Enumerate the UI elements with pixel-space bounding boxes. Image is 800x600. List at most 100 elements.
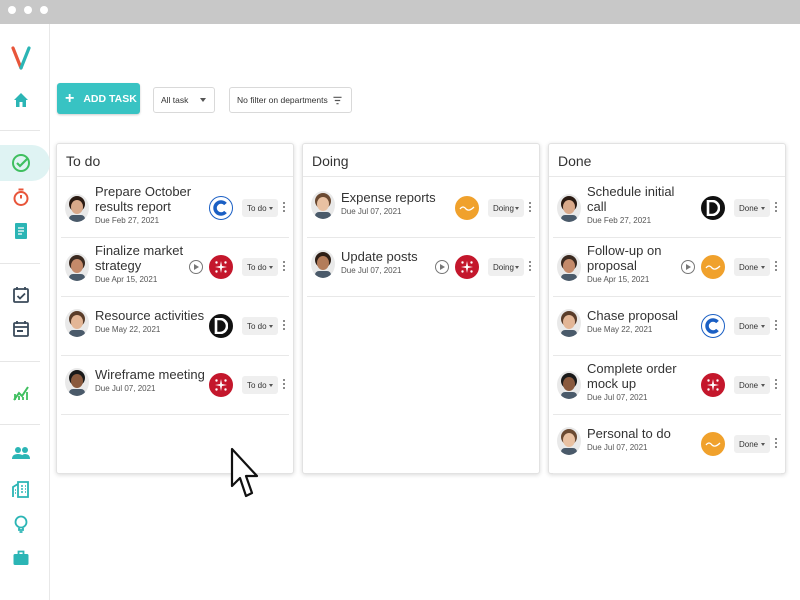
department-filter-select[interactable]: No filter on departments [229,87,352,113]
calendar-check-icon[interactable] [9,283,33,307]
status-dropdown[interactable]: Done [734,199,770,217]
play-timer-icon[interactable] [189,260,203,274]
window-minimize-dot[interactable] [24,6,32,14]
task-card[interactable]: Chase proposal Due May 22, 2021 Done [553,297,781,355]
check-circle-icon[interactable] [9,151,33,175]
task-title[interactable]: Expense reports [341,190,451,205]
avatar [557,309,581,337]
chevron-down-icon [761,384,765,387]
calendar-icon[interactable] [9,317,33,341]
column-title: Done [558,153,592,169]
play-timer-icon[interactable] [435,260,449,274]
avatar [65,309,89,337]
task-due-date: Due Apr 15, 2021 [95,275,158,284]
more-options-icon[interactable] [774,379,778,391]
column-to-do: To do Prepare October results report Due F… [56,143,294,474]
more-options-icon[interactable] [528,261,532,273]
sidebar-divider [0,361,40,362]
task-card[interactable]: Resource activities Due May 22, 2021 To do [61,297,289,355]
window-close-dot[interactable] [8,6,16,14]
status-label: Done [739,203,759,213]
app-logo[interactable] [11,46,31,70]
briefcase-icon[interactable] [9,546,33,570]
chart-icon[interactable] [9,380,33,404]
task-card[interactable]: Wireframe meeting Due Jul 07, 2021 To do [61,356,289,414]
column-header-divider [549,176,785,177]
task-due-date: Due Feb 27, 2021 [587,216,652,225]
status-dropdown[interactable]: Doing [488,199,524,217]
avatar [557,253,581,281]
task-due-date: Due Apr 15, 2021 [587,275,650,284]
task-card[interactable]: Complete order mock up Due Jul 07, 2021 Do… [553,356,781,414]
chevron-down-icon [761,207,765,210]
status-dropdown[interactable]: To do [242,258,278,276]
timer-icon[interactable] [9,185,33,209]
chevron-down-icon [761,325,765,328]
status-dropdown[interactable]: To do [242,317,278,335]
more-options-icon[interactable] [774,202,778,214]
task-card[interactable]: Expense reports Due Jul 07, 2021 Doing [307,179,535,237]
task-title[interactable]: Schedule initial call [587,184,697,214]
column-header-divider [57,176,293,177]
avatar [65,253,89,281]
task-filter-value: All task [161,95,189,105]
status-label: Doing [493,262,514,272]
more-options-icon[interactable] [528,202,532,214]
company-wave-logo-icon [701,432,725,456]
chevron-down-icon [269,207,273,210]
add-task-label: ADD TASK [83,92,137,105]
more-options-icon[interactable] [282,320,286,332]
task-card[interactable]: Follow-up on proposal Due Apr 15, 2021 Don… [553,238,781,296]
task-card[interactable]: Finalize market strategy Due Apr 15, 2021… [61,238,289,296]
avatar [311,191,335,219]
task-title[interactable]: Personal to do [587,426,697,441]
task-title[interactable]: Complete order mock up [587,361,697,391]
status-dropdown[interactable]: Done [734,376,770,394]
task-due-date: Due Feb 27, 2021 [95,216,160,225]
task-card[interactable]: Update posts Due Jul 07, 2021 Doing [307,238,535,296]
task-card[interactable]: Schedule initial call Due Feb 27, 2021 Don… [553,179,781,237]
window-titlebar [0,0,800,24]
task-due-date: Due Jul 07, 2021 [95,384,156,393]
more-options-icon[interactable] [774,261,778,273]
lightbulb-icon[interactable] [9,512,33,536]
status-dropdown[interactable]: To do [242,376,278,394]
status-dropdown[interactable]: Done [734,435,770,453]
status-label: Doing [493,203,514,213]
add-task-button[interactable]: + ADD TASK [57,83,140,114]
mouse-cursor-icon [230,447,259,498]
task-title[interactable]: Chase proposal [587,308,697,323]
home-icon[interactable] [9,88,33,112]
more-options-icon[interactable] [774,320,778,332]
task-filter-select[interactable]: All task [153,87,215,113]
status-dropdown[interactable]: To do [242,199,278,217]
people-icon[interactable] [9,441,33,465]
document-icon[interactable] [9,219,33,243]
status-dropdown[interactable]: Done [734,258,770,276]
company-stars-logo-icon [455,255,479,279]
task-title[interactable]: Resource activities [95,308,205,323]
task-due-date: Due Jul 07, 2021 [587,443,648,452]
task-title[interactable]: Update posts [341,249,451,264]
task-title[interactable]: Prepare October results report [95,184,205,214]
status-label: To do [247,262,267,272]
card-divider [61,414,289,415]
task-card[interactable]: Prepare October results report Due Feb 27… [61,179,289,237]
chevron-down-icon [269,325,273,328]
status-dropdown[interactable]: Doing [488,258,524,276]
play-timer-icon[interactable] [681,260,695,274]
task-card[interactable]: Personal to do Due Jul 07, 2021 Done [553,415,781,473]
chevron-down-icon [200,98,206,102]
more-options-icon[interactable] [282,202,286,214]
more-options-icon[interactable] [774,438,778,450]
task-title[interactable]: Wireframe meeting [95,367,205,382]
more-options-icon[interactable] [282,261,286,273]
window-maximize-dot[interactable] [40,6,48,14]
status-dropdown[interactable]: Done [734,317,770,335]
avatar [65,368,89,396]
avatar [557,427,581,455]
building-icon[interactable] [9,477,33,501]
more-options-icon[interactable] [282,379,286,391]
company-stars-logo-icon [701,373,725,397]
status-label: To do [247,380,267,390]
